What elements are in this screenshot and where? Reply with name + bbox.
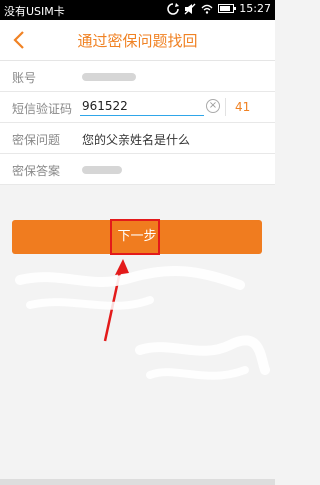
countdown-timer: 41 xyxy=(235,100,251,114)
account-label: 账号 xyxy=(12,71,37,85)
account-value-masked xyxy=(82,69,136,84)
status-icons: 15:27 xyxy=(167,2,271,15)
answer-value-masked xyxy=(82,162,122,177)
sms-code-input[interactable] xyxy=(80,97,204,116)
status-bar: 没有USIM卡 15:27 xyxy=(0,0,275,20)
sms-code-label: 短信验证码 xyxy=(12,102,73,116)
scribble-overlay xyxy=(15,266,270,380)
answer-row[interactable]: 密保答案 xyxy=(0,154,275,185)
header-bar: 通过密保问题找回 xyxy=(0,20,275,61)
sync-icon xyxy=(167,2,180,15)
page-title: 通过密保问题找回 xyxy=(77,32,198,50)
highlight-annotation xyxy=(110,219,160,255)
recovery-form: 账号 短信验证码 × 41 密保问题 您的父亲姓名是什么 密保答案 xyxy=(0,61,275,185)
divider xyxy=(225,98,226,116)
question-row[interactable]: 密保问题 您的父亲姓名是什么 xyxy=(0,123,275,154)
battery-icon xyxy=(218,4,237,13)
wifi-icon xyxy=(201,3,213,15)
bottom-bar xyxy=(0,479,275,485)
clear-icon[interactable]: × xyxy=(206,99,220,113)
answer-label: 密保答案 xyxy=(12,164,61,178)
question-label: 密保问题 xyxy=(12,133,61,147)
account-row: 账号 xyxy=(0,61,275,92)
question-value: 您的父亲姓名是什么 xyxy=(82,133,191,147)
carrier-text: 没有USIM卡 xyxy=(4,5,65,18)
clock: 15:27 xyxy=(239,2,271,15)
mute-icon xyxy=(184,3,196,15)
sms-code-row: 短信验证码 × 41 xyxy=(0,92,275,123)
